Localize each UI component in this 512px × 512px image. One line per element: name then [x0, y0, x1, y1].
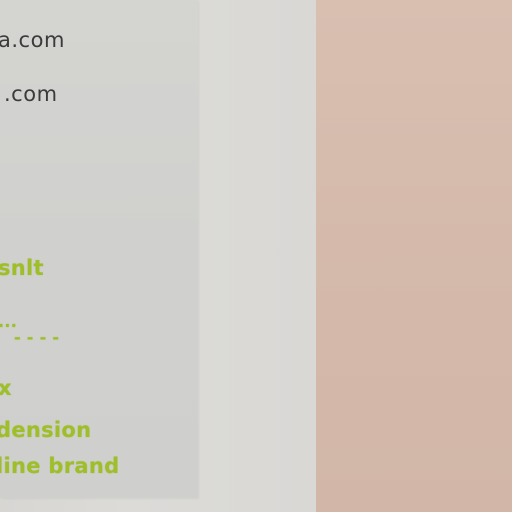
note-line-5: dension: [0, 418, 92, 442]
paper-sheet: a.com .com snlt ... - - - - x dension li…: [0, 0, 198, 498]
whiteboard: a.com .com snlt ... - - - - x dension li…: [0, 0, 316, 512]
note-line-1: snlt: [0, 256, 44, 280]
note-line-4: x: [0, 376, 12, 400]
note-line-6: line brand: [0, 454, 120, 478]
email-line-1: a.com: [0, 28, 65, 52]
note-line-3: - - - -: [14, 328, 60, 347]
photo-scene: a.com .com snlt ... - - - - x dension li…: [0, 0, 512, 512]
email-line-2: .com: [4, 82, 58, 106]
wall-background: [316, 0, 512, 512]
